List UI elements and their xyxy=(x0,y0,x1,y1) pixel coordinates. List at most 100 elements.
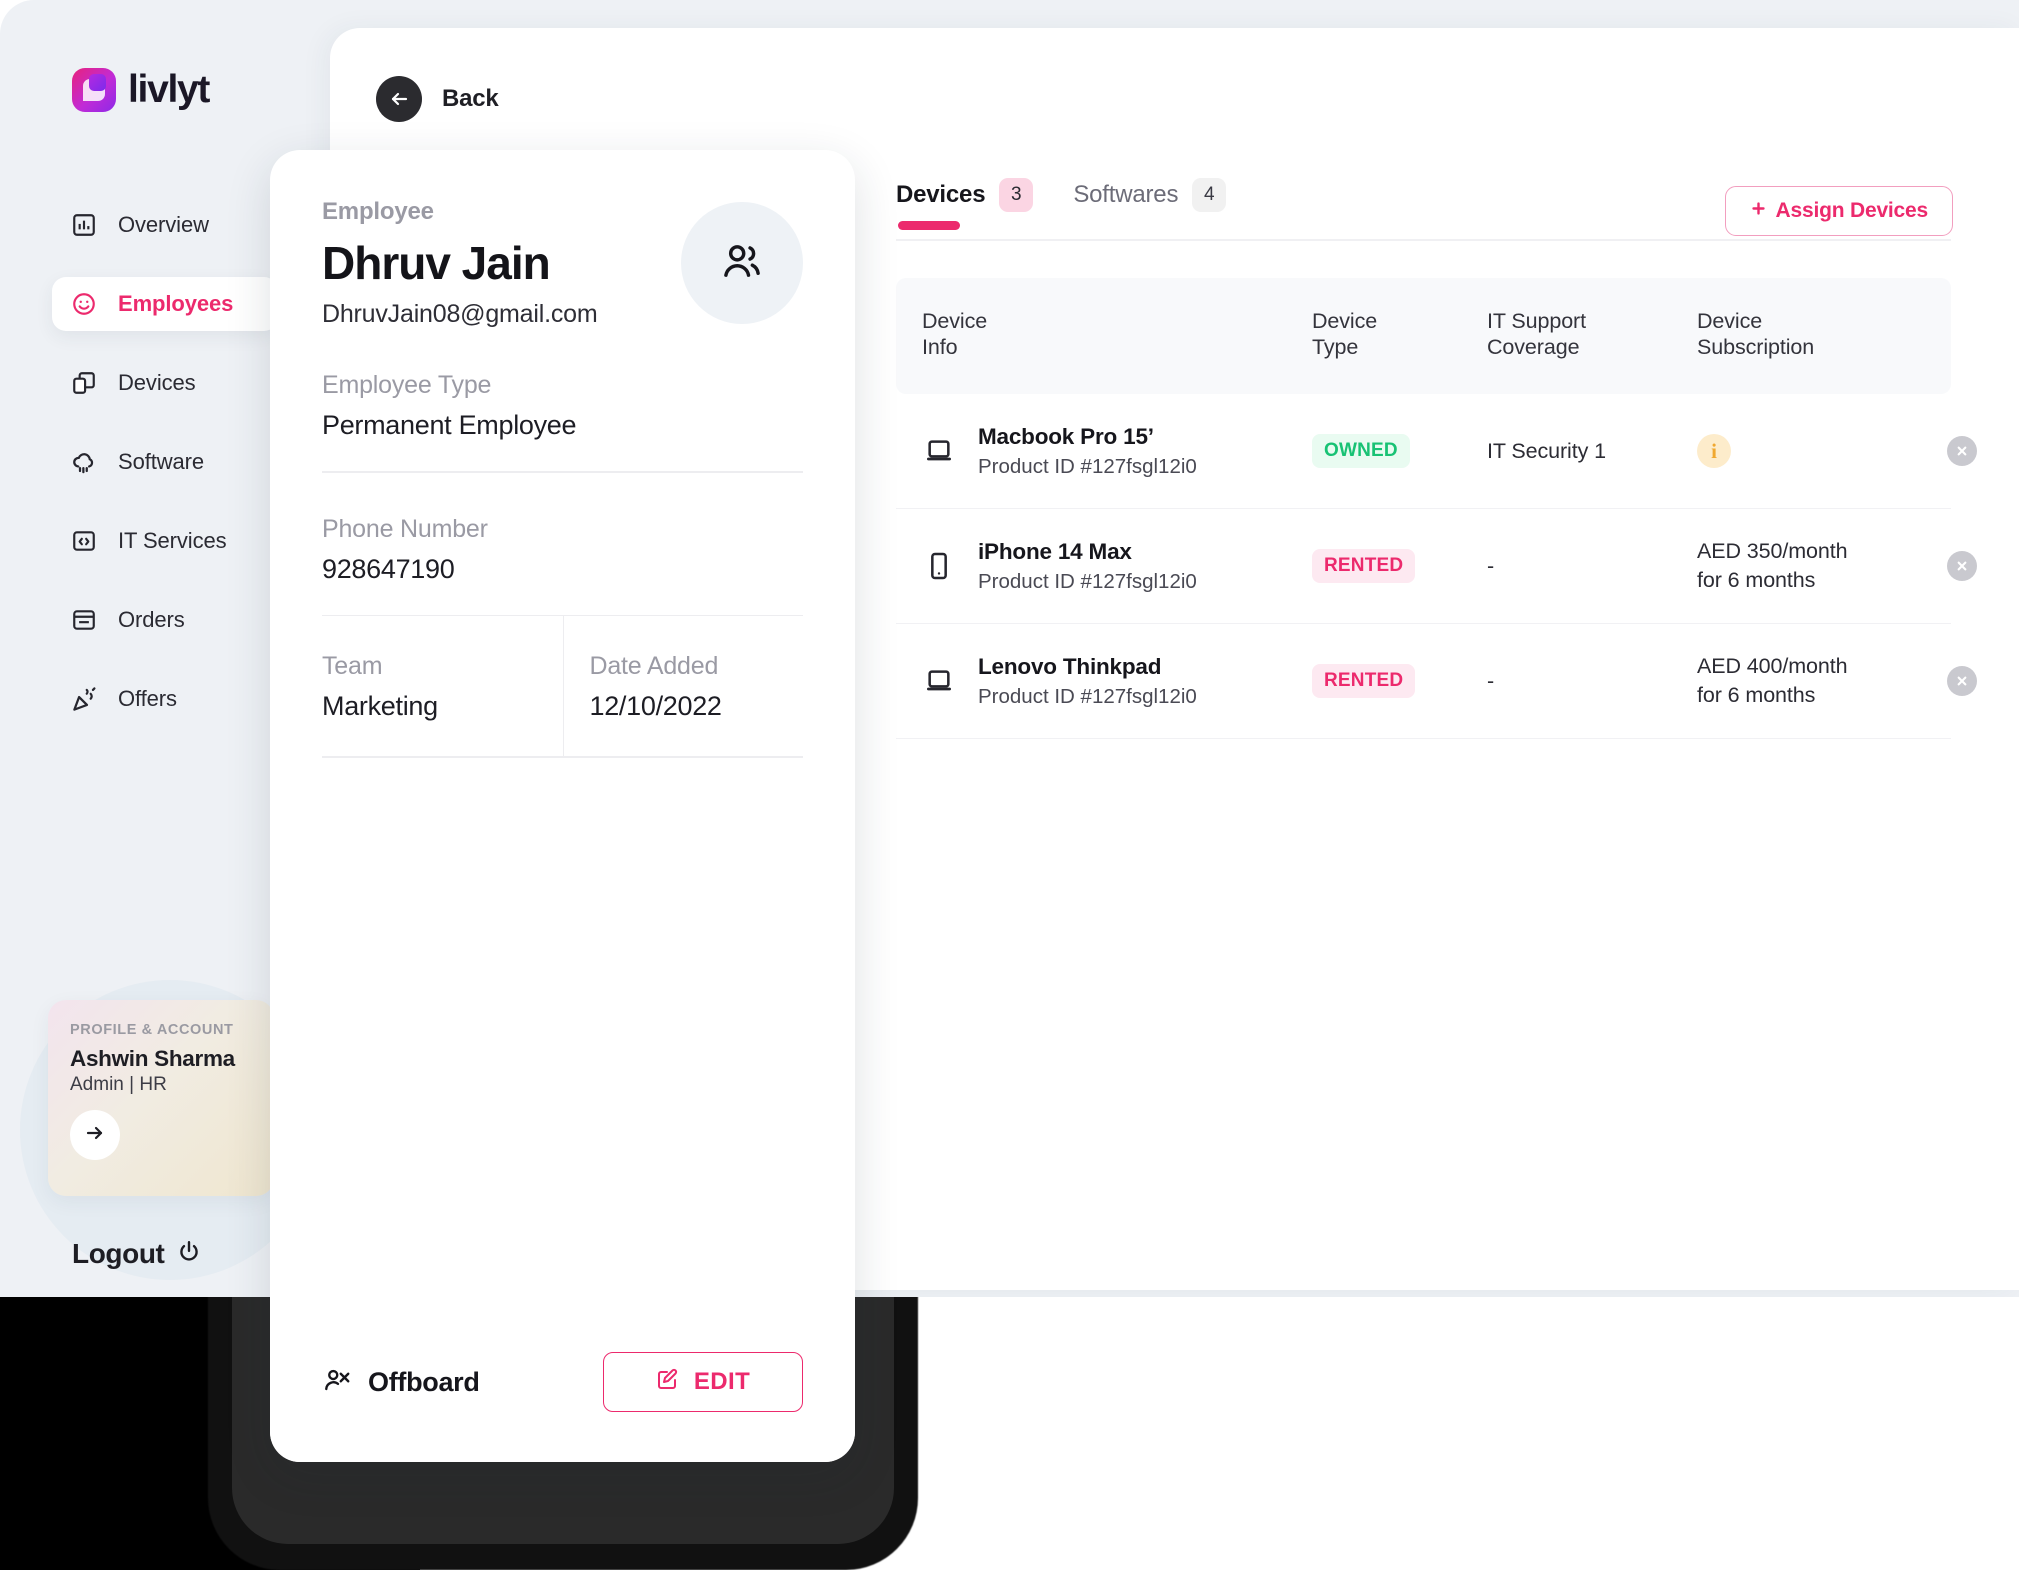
device-subscription-cell: AED 350/month for 6 months xyxy=(1697,539,1848,593)
assign-devices-label: Assign Devices xyxy=(1775,199,1929,222)
tab-devices[interactable]: Devices 3 xyxy=(896,178,1034,234)
back-button[interactable]: Back xyxy=(376,76,499,122)
offboard-label: Offboard xyxy=(368,1366,480,1397)
sidebar-item-orders[interactable]: Orders xyxy=(52,593,278,647)
info-icon[interactable]: i xyxy=(1697,434,1731,469)
table-row[interactable]: Macbook Pro 15’ Product ID #127fsgl12i0 … xyxy=(896,394,1977,510)
sidebar-item-label: IT Services xyxy=(118,528,227,553)
team-and-date-row: Team Marketing Date Added 12/10/2022 xyxy=(322,616,804,757)
back-label: Back xyxy=(442,85,499,112)
column-header-device-info: Device Info xyxy=(922,309,988,360)
close-icon[interactable] xyxy=(1947,666,1977,697)
screenshot-root: livlyt Overview Employees Devices Softwa… xyxy=(0,0,2019,1570)
column-header-device-type: Device Type xyxy=(1312,309,1378,360)
sidebar-item-software[interactable]: Software xyxy=(52,435,278,489)
field-value: Permanent Employee xyxy=(322,410,577,440)
column-header-it-support-coverage: IT Support Coverage xyxy=(1487,309,1586,360)
logout-label: Logout xyxy=(72,1238,165,1269)
status-badge: RENTED xyxy=(1312,664,1416,699)
devices-table: Device Info Device Type IT Support Cover… xyxy=(896,278,1977,740)
device-product-id: Product ID #127fsgl12i0 xyxy=(978,454,1197,478)
edit-button[interactable]: EDIT xyxy=(603,1352,803,1412)
date-added-field: Date Added 12/10/2022 xyxy=(562,616,804,757)
field-value: Marketing xyxy=(322,691,438,722)
laptop-icon xyxy=(922,664,956,698)
employee-card-body: Employee Dhruv Jain DhruvJain08@gmail.co… xyxy=(270,150,855,758)
laptop-icon xyxy=(922,434,956,468)
edit-label: EDIT xyxy=(693,1368,751,1395)
sidebar-item-label: Overview xyxy=(118,212,209,237)
offboard-button[interactable]: Offboard xyxy=(322,1365,480,1400)
avatar xyxy=(681,202,803,324)
logout-button[interactable]: Logout xyxy=(72,1238,202,1270)
sidebar-item-label: Orders xyxy=(118,607,185,632)
sidebar-item-label: Offers xyxy=(118,686,177,711)
sidebar-item-label: Employees xyxy=(118,291,234,316)
tab-badge: 4 xyxy=(1192,178,1227,212)
edit-icon xyxy=(656,1367,680,1398)
profile-name: Ashwin Sharma xyxy=(70,1046,235,1071)
tab-badge: 3 xyxy=(999,178,1034,212)
tab-bar: Devices 3 Softwares 4 xyxy=(896,178,1227,234)
device-product-id: Product ID #127fsgl12i0 xyxy=(978,684,1197,708)
it-support-coverage-cell: IT Security 1 xyxy=(1487,438,1606,463)
users-icon xyxy=(719,238,765,289)
device-name: Macbook Pro 15’ xyxy=(978,423,1154,449)
device-info-cell: Macbook Pro 15’ Product ID #127fsgl12i0 xyxy=(922,424,1312,479)
phone-number-field: Phone Number 928647190 xyxy=(322,473,803,615)
party-icon xyxy=(70,685,98,713)
devices-icon xyxy=(70,369,98,397)
close-icon[interactable] xyxy=(1947,436,1977,467)
sidebar-item-label: Devices xyxy=(118,370,196,395)
status-badge: RENTED xyxy=(1312,549,1416,584)
status-badge: OWNED xyxy=(1312,434,1410,469)
tab-softwares[interactable]: Softwares 4 xyxy=(1073,178,1227,234)
field-label: Employee Type xyxy=(322,371,492,399)
phone-icon xyxy=(922,549,956,583)
table-header-row: Device Info Device Type IT Support Cover… xyxy=(896,278,1951,395)
sidebar-item-overview[interactable]: Overview xyxy=(52,198,278,252)
tabs-divider xyxy=(896,239,1951,241)
arrow-right-icon xyxy=(83,1121,107,1150)
brand-logo[interactable]: livlyt xyxy=(72,68,210,112)
tab-label: Softwares xyxy=(1073,181,1179,208)
sidebar-item-it-services[interactable]: IT Services xyxy=(52,514,278,568)
sidebar-nav: Overview Employees Devices Software IT S… xyxy=(52,198,278,751)
field-label: Team xyxy=(322,652,383,681)
team-field: Team Marketing xyxy=(322,616,563,756)
profile-account-card[interactable]: PROFILE & ACCOUNT Ashwin Sharma Admin | … xyxy=(48,1000,274,1196)
code-icon xyxy=(70,527,98,555)
device-type-cell: RENTED xyxy=(1312,664,1487,699)
active-tab-indicator xyxy=(898,221,960,230)
close-icon[interactable] xyxy=(1947,551,1977,582)
orders-icon xyxy=(70,606,98,634)
device-subscription-cell: AED 400/month for 6 months xyxy=(1697,654,1848,708)
employee-type-field: Employee Type Permanent Employee xyxy=(322,329,803,471)
device-product-id: Product ID #127fsgl12i0 xyxy=(978,569,1197,593)
device-type-cell: RENTED xyxy=(1312,549,1487,584)
sidebar-item-offers[interactable]: Offers xyxy=(52,672,278,726)
livlyt-logo-icon xyxy=(72,68,116,112)
profile-arrow-button[interactable] xyxy=(70,1110,120,1160)
device-info-cell: iPhone 14 Max Product ID #127fsgl12i0 xyxy=(922,539,1312,594)
column-header-device-subscription: Device Subscription xyxy=(1697,309,1815,360)
sidebar-item-devices[interactable]: Devices xyxy=(52,356,278,410)
device-subscription-cell: i xyxy=(1697,434,1917,469)
profile-kicker: PROFILE & ACCOUNT xyxy=(70,1022,234,1038)
offboard-icon xyxy=(322,1365,352,1400)
table-row[interactable]: Lenovo Thinkpad Product ID #127fsgl12i0 … xyxy=(896,624,1977,740)
sidebar-item-employees[interactable]: Employees xyxy=(52,277,278,331)
assign-devices-button[interactable]: Assign Devices xyxy=(1724,186,1953,236)
smiley-icon xyxy=(70,290,98,318)
field-label: Date Added xyxy=(589,652,719,681)
field-label: Phone Number xyxy=(322,514,488,543)
profile-role: Admin | HR xyxy=(70,1074,167,1095)
it-support-coverage-cell: - xyxy=(1487,553,1495,578)
table-row[interactable]: iPhone 14 Max Product ID #127fsgl12i0 RE… xyxy=(896,509,1977,625)
plus-icon xyxy=(1750,199,1767,223)
employee-detail-card: Employee Dhruv Jain DhruvJain08@gmail.co… xyxy=(270,150,855,1462)
field-value: 12/10/2022 xyxy=(589,691,722,722)
divider xyxy=(322,756,803,758)
brand-name: livlyt xyxy=(128,68,210,111)
device-name: Lenovo Thinkpad xyxy=(978,653,1162,679)
